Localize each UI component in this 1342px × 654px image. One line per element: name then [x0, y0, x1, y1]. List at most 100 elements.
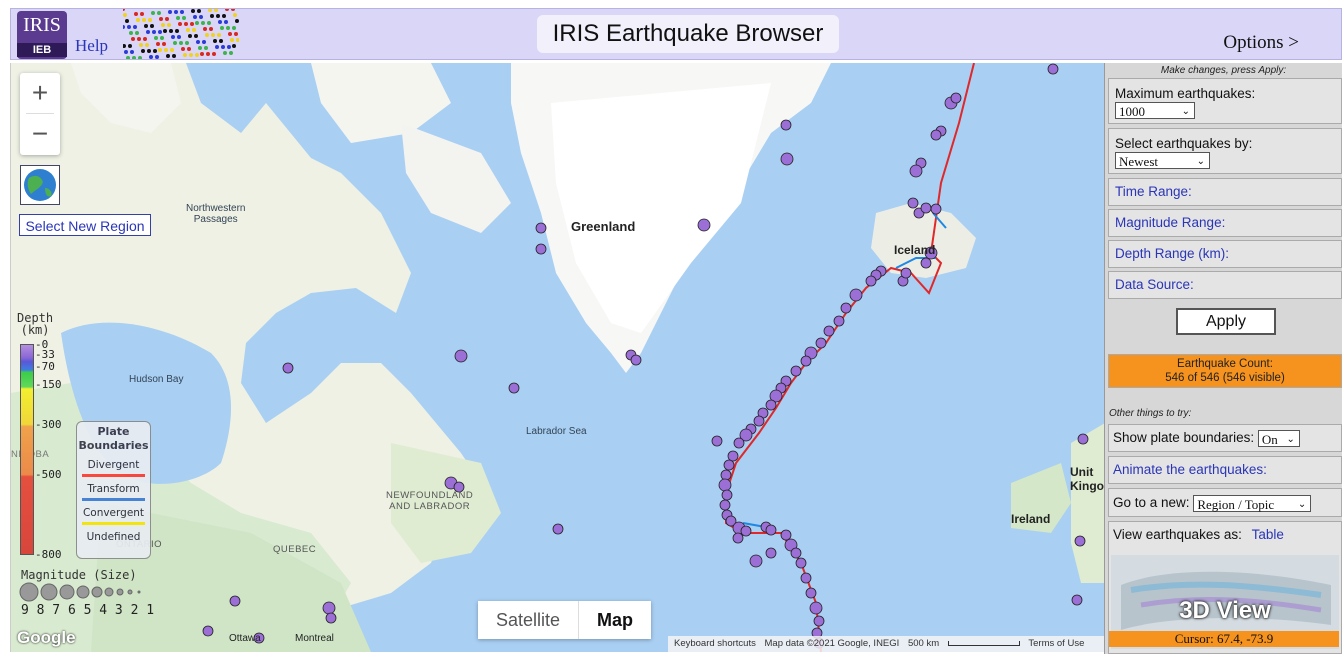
earthquake-marker[interactable] [795, 557, 807, 569]
depth-tick-70: -70 [35, 360, 55, 373]
satellite-view-button[interactable]: Satellite [478, 601, 578, 639]
table-view-link[interactable]: Table [1252, 527, 1284, 542]
earthquake-marker[interactable] [229, 595, 241, 607]
zoom-in-button[interactable]: + [20, 73, 60, 113]
earthquake-marker[interactable] [508, 382, 520, 394]
thumbnail-dot [134, 12, 138, 16]
earthquake-marker[interactable] [719, 499, 731, 511]
earthquake-marker[interactable] [749, 554, 763, 568]
magnitude-size-circles [19, 582, 141, 602]
earthquake-marker[interactable] [865, 275, 877, 287]
max-earthquakes-select[interactable]: 1000 ⌄ [1115, 102, 1195, 119]
earthquake-marker[interactable] [815, 337, 827, 349]
earthquake-marker[interactable] [718, 478, 732, 492]
earthquake-marker[interactable] [727, 450, 739, 462]
select-new-region-button[interactable]: Select New Region [19, 214, 151, 236]
earthquake-marker[interactable] [780, 529, 792, 541]
data-source-link[interactable]: Data Source: [1108, 271, 1342, 299]
earthquake-marker[interactable] [697, 218, 711, 232]
earthquake-marker[interactable] [1074, 535, 1086, 547]
time-range-link[interactable]: Time Range: [1108, 178, 1342, 206]
earthquake-marker[interactable] [823, 325, 835, 337]
thumbnail-dot [158, 48, 162, 52]
earthquake-marker[interactable] [780, 119, 792, 131]
earthquake-marker[interactable] [920, 257, 932, 269]
earthquake-marker[interactable] [765, 547, 777, 559]
thumbnail-dot [185, 41, 189, 45]
earthquake-marker[interactable] [552, 523, 564, 535]
iris-ieb-logo[interactable]: IRIS IEB [17, 11, 67, 59]
goto-select[interactable]: Region / Topic ⌄ [1193, 494, 1312, 512]
earthquake-marker[interactable] [732, 532, 744, 544]
earthquake-marker[interactable] [711, 435, 723, 447]
earthquake-marker[interactable] [721, 489, 733, 501]
earthquake-marker[interactable] [765, 524, 777, 536]
earthquake-marker[interactable] [780, 152, 794, 166]
select-by-select[interactable]: Newest ⌄ [1115, 152, 1210, 169]
thumbnail-dot [189, 53, 193, 57]
earthquake-marker[interactable] [813, 615, 825, 627]
plate-boundaries-select[interactable]: On ⌄ [1257, 429, 1300, 447]
earthquake-marker[interactable] [282, 362, 294, 374]
thumbnail-dot [176, 16, 180, 20]
earthquake-map[interactable]: Greenland Iceland Northwestern Passages … [10, 63, 1105, 652]
earthquake-marker[interactable] [1071, 594, 1083, 606]
thumbnail-dot [195, 53, 199, 57]
earthquake-marker[interactable] [740, 525, 752, 537]
terms-of-use-link[interactable]: Terms of Use [1028, 638, 1084, 649]
earthquake-marker[interactable] [920, 202, 932, 214]
earthquake-marker[interactable] [930, 129, 942, 141]
max-earthquakes-label: Maximum earthquakes: [1115, 86, 1256, 101]
depth-range-link[interactable]: Depth Range (km): [1108, 240, 1342, 268]
earthquake-marker[interactable] [454, 349, 468, 363]
zoom-out-button[interactable]: − [20, 114, 60, 154]
earthquake-marker[interactable] [800, 572, 812, 584]
map-label-ireland: Ireland [1011, 512, 1051, 526]
options-button[interactable]: Options > [1223, 32, 1299, 54]
magnitude-range-link[interactable]: Magnitude Range: [1108, 209, 1342, 237]
earthquake-marker[interactable] [630, 354, 642, 366]
seismicity-thumbnail-image[interactable] [123, 9, 239, 59]
earthquake-marker[interactable] [202, 625, 214, 637]
earthquake-marker[interactable] [720, 469, 732, 481]
earthquake-marker[interactable] [805, 587, 817, 599]
globe-icon[interactable] [20, 165, 60, 205]
earthquake-marker[interactable] [1047, 63, 1059, 75]
map-view-button[interactable]: Map [578, 601, 651, 639]
earthquake-marker[interactable] [535, 243, 547, 255]
earthquake-marker[interactable] [733, 437, 745, 449]
earthquake-marker[interactable] [325, 612, 337, 624]
earthquake-marker[interactable] [930, 203, 942, 215]
thumbnail-dot [153, 49, 157, 53]
earthquake-marker[interactable] [950, 92, 962, 104]
depth-color-bar [20, 344, 34, 555]
earthquake-marker[interactable] [900, 267, 912, 279]
plate-legend-convergent-swatch [82, 522, 145, 525]
apply-button[interactable]: Apply [1176, 308, 1276, 335]
earthquake-marker[interactable] [322, 601, 336, 615]
max-earthquakes-section: Maximum earthquakes: 1000 ⌄ [1108, 78, 1342, 124]
earthquake-marker[interactable] [1077, 433, 1089, 445]
earthquake-marker[interactable] [809, 601, 823, 615]
earthquake-marker[interactable] [723, 459, 735, 471]
earthquake-marker[interactable] [535, 222, 547, 234]
earthquake-marker[interactable] [790, 547, 802, 559]
thumbnail-dot [150, 24, 154, 28]
google-logo: Google [17, 628, 76, 647]
earthquake-marker[interactable] [840, 302, 852, 314]
earthquake-marker[interactable] [849, 288, 863, 302]
earthquake-marker[interactable] [907, 197, 919, 209]
earthquake-marker[interactable] [753, 415, 765, 427]
earthquake-marker[interactable] [909, 164, 923, 178]
earthquake-marker[interactable] [833, 315, 845, 327]
thumbnail-dot [183, 53, 187, 57]
help-link[interactable]: Help [75, 36, 108, 56]
earthquake-marker[interactable] [790, 365, 802, 377]
animate-earthquakes-link[interactable]: Animate the earthquakes: [1108, 456, 1342, 484]
keyboard-shortcuts-link[interactable]: Keyboard shortcuts [674, 638, 756, 649]
thumbnail-dot [128, 44, 132, 48]
earthquake-marker[interactable] [765, 399, 777, 411]
earthquake-marker[interactable] [800, 355, 812, 367]
thumbnail-dot [212, 52, 216, 56]
thumbnail-dot [223, 51, 227, 55]
